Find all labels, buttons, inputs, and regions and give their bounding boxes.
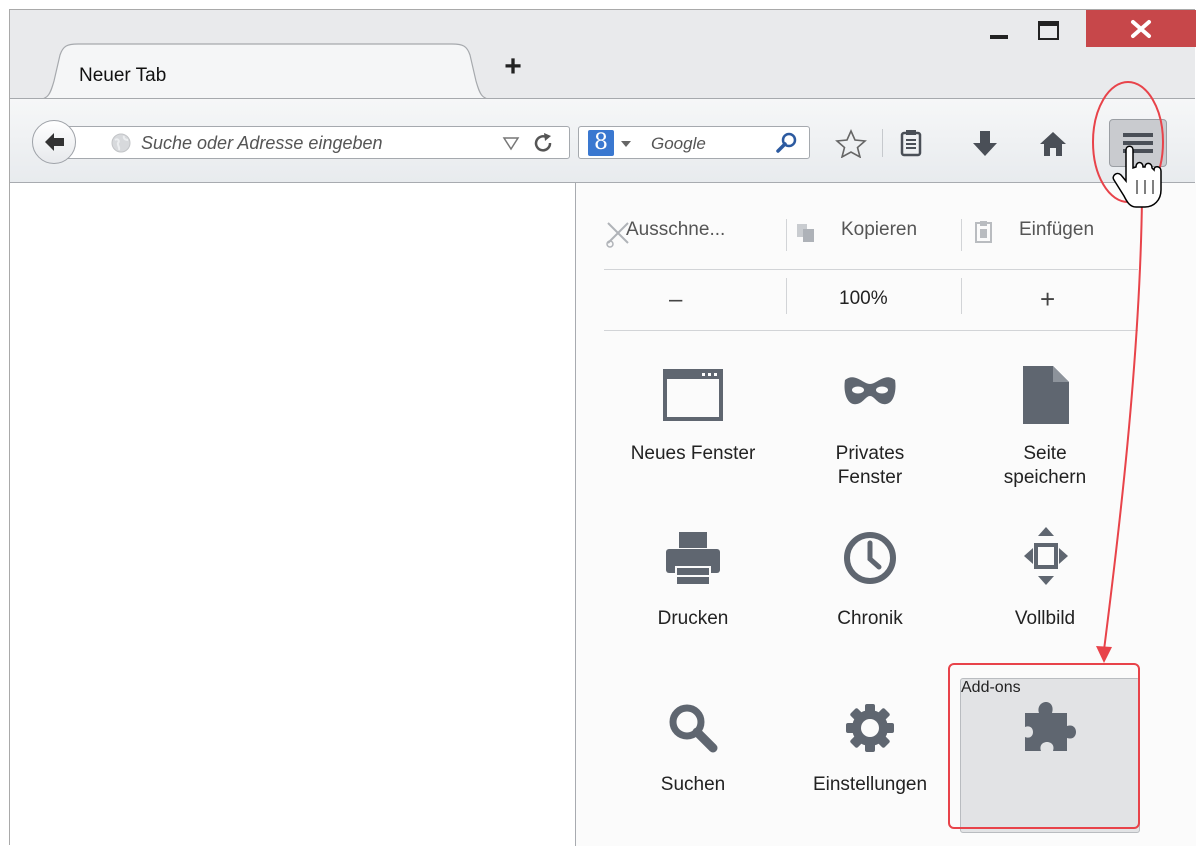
- gear-icon: [846, 704, 894, 752]
- save-page-button[interactable]: Seite speichern: [960, 358, 1130, 508]
- reload-icon[interactable]: [531, 131, 557, 155]
- search-icon[interactable]: [774, 130, 800, 156]
- globe-icon: [111, 133, 131, 153]
- google-logo-icon: 8: [588, 130, 614, 156]
- address-placeholder: Suche oder Adresse eingeben: [141, 133, 383, 153]
- maximize-button[interactable]: [1026, 10, 1070, 47]
- search-engine-selector[interactable]: 8: [588, 130, 646, 156]
- search-bar[interactable]: 8 Google: [578, 126, 810, 159]
- new-window-button[interactable]: Neues Fenster: [608, 358, 778, 508]
- fullscreen-label: Vollbild: [1014, 608, 1076, 629]
- close-icon: [1131, 20, 1151, 38]
- copy-label: Kopieren: [841, 219, 918, 240]
- new-tab-button[interactable]: +: [500, 52, 526, 82]
- options-label: Einstellungen: [812, 774, 928, 795]
- clock-icon: [844, 532, 896, 584]
- new-window-label: Neues Fenster: [630, 443, 756, 464]
- home-button[interactable]: [1036, 128, 1070, 158]
- addons-highlight-frame: [948, 663, 1140, 829]
- printer-icon: [666, 532, 720, 586]
- minimize-icon: [990, 35, 1008, 39]
- cut-label: Ausschne...: [626, 219, 726, 240]
- minimize-button[interactable]: [978, 10, 1020, 47]
- save-page-label-line2: speichern: [1003, 467, 1087, 488]
- title-bar: Neuer Tab +: [10, 10, 1196, 102]
- private-mask-icon: [844, 377, 896, 405]
- private-window-button[interactable]: Privates Fenster: [785, 358, 955, 508]
- zoom-level[interactable]: 100%: [839, 288, 888, 310]
- zoom-separator: [961, 278, 962, 314]
- fullscreen-button[interactable]: Vollbild: [960, 523, 1130, 653]
- zoom-out-button[interactable]: –: [669, 286, 682, 314]
- dropdown-triangle-icon[interactable]: [501, 133, 521, 153]
- star-icon: [835, 129, 867, 159]
- maximize-icon: [1038, 21, 1059, 40]
- zoom-in-button[interactable]: +: [1040, 284, 1055, 315]
- navigation-toolbar: Suche oder Adresse eingeben 8 Google: [10, 99, 1195, 183]
- bookmarks-list-icon: [900, 130, 922, 157]
- download-arrow-icon: [973, 131, 997, 156]
- edit-separator: [786, 219, 787, 251]
- search-placeholder: Google: [651, 134, 706, 153]
- clipboard-icon: [975, 221, 992, 243]
- address-bar[interactable]: Suche oder Adresse eingeben: [62, 126, 570, 159]
- zoom-separator: [786, 278, 787, 314]
- cut-button[interactable]: Ausschne...: [604, 213, 780, 258]
- page-content-area[interactable]: [10, 183, 575, 846]
- print-button[interactable]: Drucken: [608, 523, 778, 653]
- history-label: Chronik: [837, 608, 903, 629]
- back-button[interactable]: [32, 120, 76, 164]
- private-window-label-line2: Fenster: [837, 467, 903, 488]
- menu-button[interactable]: [1109, 119, 1167, 167]
- back-arrow-icon: [45, 133, 64, 151]
- bookmark-star-button[interactable]: [834, 128, 868, 159]
- edit-controls: Ausschne... Kopieren Einfügen: [604, 213, 1138, 258]
- options-button[interactable]: Einstellungen: [785, 681, 955, 831]
- copy-button[interactable]: Kopieren: [794, 213, 954, 258]
- save-page-label-line1: Seite: [1023, 443, 1067, 464]
- print-label: Drucken: [657, 608, 729, 629]
- downloads-button[interactable]: [968, 128, 1002, 158]
- paste-button[interactable]: Einfügen: [972, 213, 1138, 258]
- find-button[interactable]: Suchen: [608, 681, 778, 831]
- zoom-controls: – 100% +: [604, 268, 1138, 326]
- find-label: Suchen: [660, 774, 726, 795]
- bookmarks-menu-button[interactable]: [894, 128, 928, 158]
- private-window-label-line1: Privates: [835, 443, 905, 464]
- paste-label: Einfügen: [1019, 219, 1095, 240]
- edit-separator: [961, 219, 962, 251]
- page-icon: [1023, 366, 1069, 424]
- toolbar-separator: [882, 129, 883, 157]
- magnifier-icon: [669, 704, 718, 753]
- copy-icon: [797, 224, 814, 242]
- home-icon: [1040, 132, 1066, 156]
- tab-title: Neuer Tab: [79, 65, 167, 86]
- panel-separator: [604, 330, 1138, 331]
- close-button[interactable]: [1086, 10, 1196, 47]
- tab-neuer-tab[interactable]: Neuer Tab: [34, 43, 496, 101]
- new-window-icon: [663, 369, 723, 421]
- fullscreen-icon: [1024, 527, 1068, 585]
- hamburger-menu-icon: [1123, 133, 1153, 153]
- chevron-down-icon: [621, 141, 631, 147]
- history-button[interactable]: Chronik: [785, 523, 955, 653]
